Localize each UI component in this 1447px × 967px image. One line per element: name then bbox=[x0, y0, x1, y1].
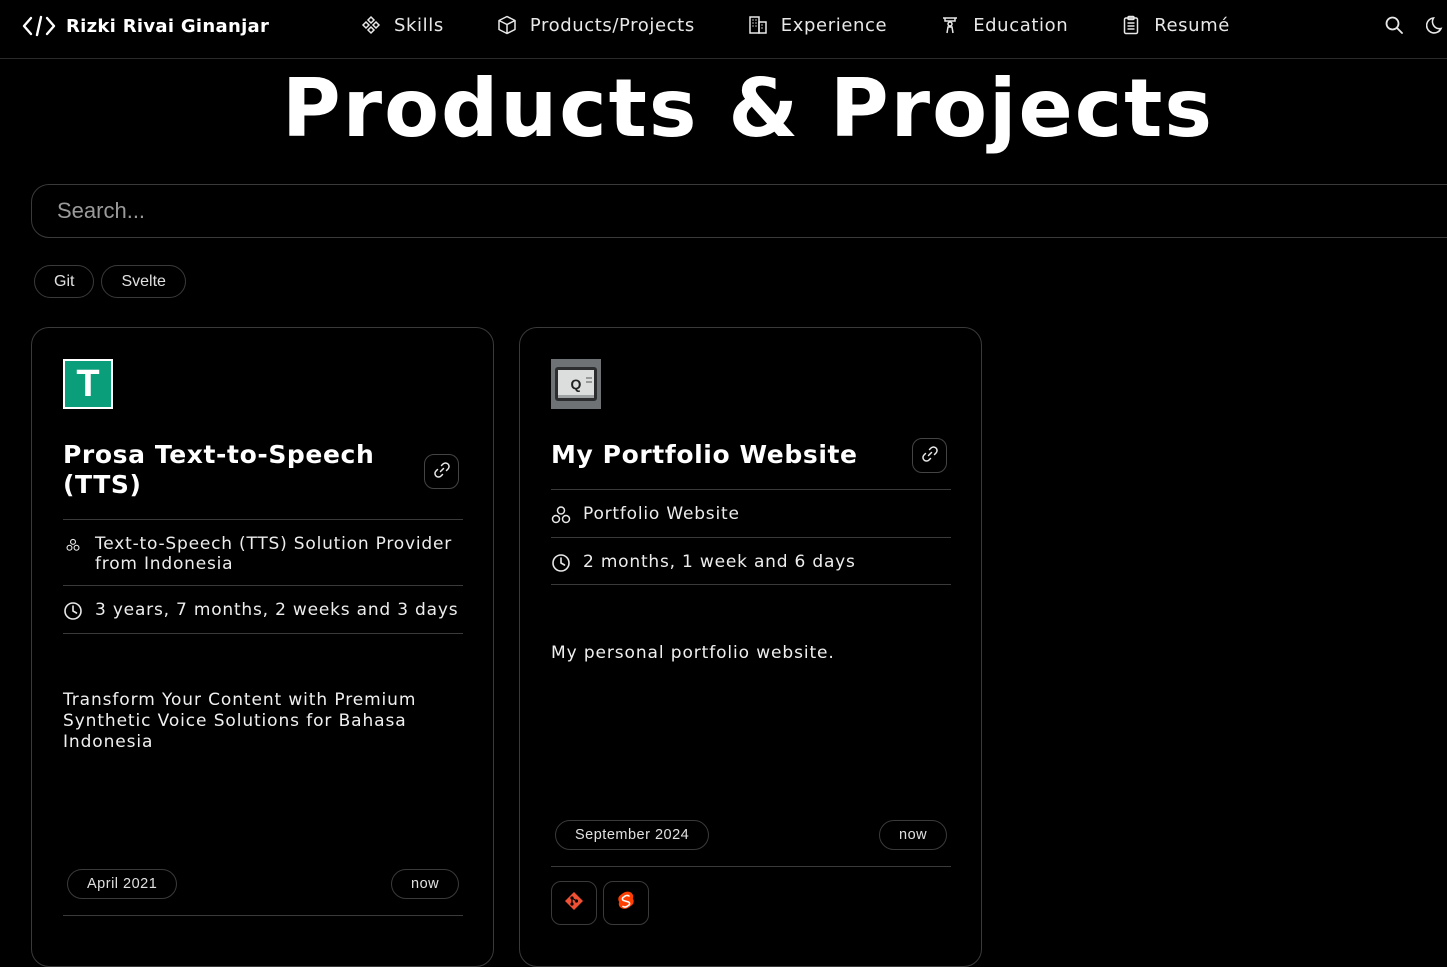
project-duration-text: 3 years, 7 months, 2 weeks and 3 days bbox=[95, 600, 459, 620]
project-category-text: Portfolio Website bbox=[583, 504, 740, 524]
divider bbox=[63, 519, 463, 520]
clock-icon bbox=[551, 553, 571, 573]
link-icon bbox=[433, 461, 451, 483]
divider bbox=[551, 866, 951, 867]
page-title: Products & Projects bbox=[281, 62, 1215, 155]
start-date-badge: April 2021 bbox=[67, 869, 178, 899]
nav-skills-label: Skills bbox=[394, 14, 444, 36]
nav-products-projects[interactable]: Products/Projects bbox=[496, 14, 695, 36]
category-icon bbox=[63, 535, 83, 555]
filter-chip-git[interactable]: Git bbox=[34, 265, 95, 298]
moon-icon[interactable] bbox=[1425, 14, 1447, 36]
code-icon bbox=[22, 14, 56, 38]
header-actions bbox=[1383, 14, 1447, 36]
divider bbox=[551, 489, 951, 490]
nav-products-projects-label: Products/Projects bbox=[529, 14, 695, 36]
project-category: Text-to-Speech (TTS) Solution Provider f… bbox=[63, 534, 463, 574]
project-title: My Portfolio Website bbox=[551, 440, 858, 469]
search-input[interactable] bbox=[32, 185, 1447, 237]
project-duration: 2 months, 1 week and 6 days bbox=[551, 552, 951, 573]
project-link-button[interactable] bbox=[424, 454, 459, 489]
tech-badge-git[interactable] bbox=[551, 881, 597, 925]
clipboard-icon bbox=[1120, 14, 1142, 36]
project-duration: 3 years, 7 months, 2 weeks and 3 days bbox=[63, 600, 463, 621]
filter-chip-svelte[interactable]: Svelte bbox=[101, 265, 186, 298]
brand-name: Rizki Rivai Ginanjar bbox=[66, 15, 270, 37]
nav-education-label: Education bbox=[973, 14, 1069, 36]
clock-icon bbox=[63, 601, 83, 621]
divider bbox=[551, 537, 951, 538]
main-nav: Skills Products/Projects Experience Educ… bbox=[360, 10, 1230, 40]
search-box bbox=[31, 184, 1447, 238]
tech-badge-svelte[interactable] bbox=[603, 881, 649, 925]
project-title: Prosa Text-to-Speech (TTS) bbox=[63, 440, 375, 499]
project-duration-text: 2 months, 1 week and 6 days bbox=[583, 552, 856, 572]
divider bbox=[551, 584, 951, 585]
building-icon bbox=[747, 14, 769, 36]
project-link-button[interactable] bbox=[912, 438, 947, 473]
project-logo: T bbox=[63, 359, 113, 409]
project-category-text: Text-to-Speech (TTS) Solution Provider f… bbox=[95, 534, 453, 574]
project-logo: Q bbox=[551, 359, 601, 409]
search-icon[interactable] bbox=[1383, 14, 1405, 36]
nav-experience-label: Experience bbox=[780, 14, 888, 36]
nav-skills[interactable]: Skills bbox=[360, 14, 444, 36]
cube-icon bbox=[496, 14, 518, 36]
project-card: Q My Portfolio Website Portfolio Website… bbox=[519, 327, 982, 967]
project-category: Portfolio Website bbox=[551, 504, 951, 525]
podium-icon bbox=[939, 14, 961, 36]
end-date-badge: now bbox=[391, 869, 460, 899]
tag-filters: Git Svelte bbox=[34, 265, 186, 298]
project-card: T Prosa Text-to-Speech (TTS) Text-to-Spe… bbox=[31, 327, 494, 967]
skills-icon bbox=[360, 14, 382, 36]
nav-resume-label: Resumé bbox=[1154, 14, 1230, 36]
link-icon bbox=[921, 445, 939, 467]
divider bbox=[63, 915, 463, 916]
start-date-badge: September 2024 bbox=[555, 820, 710, 850]
divider bbox=[63, 585, 463, 586]
project-description: My personal portfolio website. bbox=[551, 643, 835, 663]
top-navigation-bar: Rizki Rivai Ginanjar Skills Products/Pro… bbox=[0, 0, 1447, 59]
brand[interactable]: Rizki Rivai Ginanjar bbox=[22, 13, 269, 39]
project-logo-letter: Q bbox=[571, 376, 582, 392]
nav-resume[interactable]: Resumé bbox=[1120, 14, 1230, 36]
nav-experience[interactable]: Experience bbox=[747, 14, 887, 36]
nav-education[interactable]: Education bbox=[939, 14, 1068, 36]
divider bbox=[63, 633, 463, 634]
category-icon bbox=[551, 505, 571, 525]
project-description: Transform Your Content with Premium Synt… bbox=[63, 690, 417, 752]
git-icon bbox=[564, 891, 584, 915]
end-date-badge: now bbox=[879, 820, 948, 850]
svelte-icon bbox=[616, 890, 636, 916]
